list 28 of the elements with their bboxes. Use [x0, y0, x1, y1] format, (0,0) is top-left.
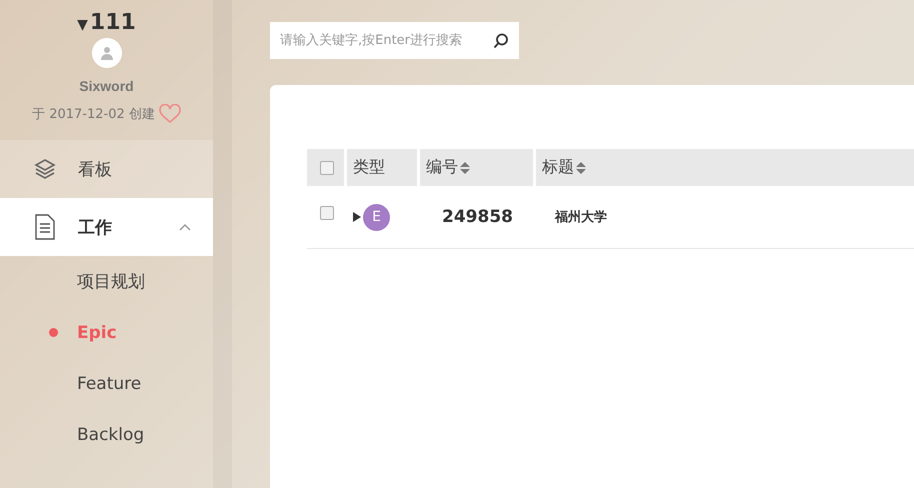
owner-name: Sixword: [79, 78, 134, 94]
sort-icon[interactable]: [575, 160, 587, 174]
layers-icon: [33, 157, 57, 181]
avatar-icon: [92, 38, 122, 68]
header-label: 编号: [426, 157, 458, 178]
column-header[interactable]: 标题: [536, 149, 914, 186]
type-badge: E: [363, 204, 390, 230]
nav-subitem[interactable]: Feature: [0, 358, 213, 409]
header-label: 标题: [542, 157, 574, 178]
expand-arrow-icon[interactable]: [352, 212, 362, 222]
nav-subitem[interactable]: 项目规划: [0, 256, 213, 307]
search-field[interactable]: 请输入关键字,按Enter进行搜索: [270, 22, 519, 59]
checkbox[interactable]: [320, 206, 334, 220]
document-icon: [35, 214, 55, 240]
chevron-icon[interactable]: [179, 223, 191, 231]
table-cell: 福州大学: [555, 208, 607, 226]
active-dot-icon: [49, 328, 58, 337]
nav-item[interactable]: 看板: [0, 140, 213, 198]
column-header[interactable]: 编号: [420, 149, 533, 186]
checkbox[interactable]: [320, 160, 334, 174]
table-cell-text: 249858: [442, 207, 514, 227]
sort-icon[interactable]: [459, 160, 471, 174]
project-title[interactable]: ▼111: [77, 10, 136, 35]
created-date: 于 2017-12-02 创建: [32, 106, 155, 123]
nav-subitem[interactable]: Backlog: [0, 409, 213, 460]
header-label: 类型: [353, 157, 385, 178]
search-icon[interactable]: [493, 33, 509, 49]
nav-item[interactable]: 工作: [0, 198, 213, 256]
